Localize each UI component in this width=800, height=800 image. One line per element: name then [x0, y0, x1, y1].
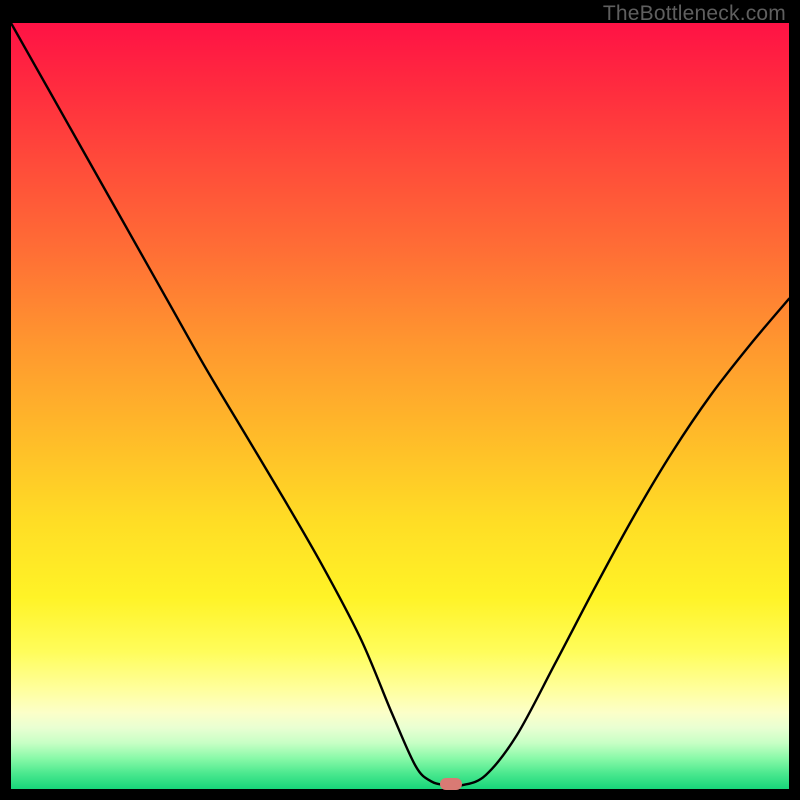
chart-area: [11, 23, 789, 789]
bottleneck-minimum-marker: [440, 778, 462, 790]
curve-path: [11, 23, 789, 786]
bottleneck-curve: [11, 23, 789, 789]
